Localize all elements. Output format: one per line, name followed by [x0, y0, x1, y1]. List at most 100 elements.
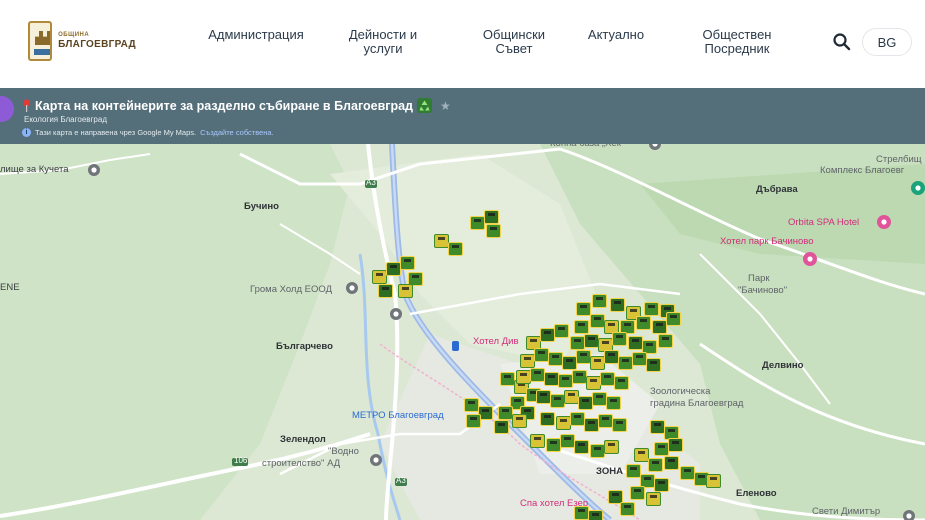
container-marker[interactable] [680, 466, 695, 480]
map-label-zoo-blagoevgrad[interactable]: градина Благоевград [650, 398, 743, 409]
container-marker[interactable] [654, 442, 669, 456]
container-marker[interactable] [658, 334, 673, 348]
container-marker[interactable] [598, 414, 613, 428]
container-marker[interactable] [590, 444, 605, 458]
container-marker[interactable] [554, 324, 569, 338]
map-label-shooting-range[interactable]: Стрелбищ [876, 154, 922, 165]
container-marker[interactable] [668, 438, 683, 452]
container-marker[interactable] [604, 350, 619, 364]
container-marker[interactable] [498, 406, 513, 420]
container-marker[interactable] [612, 418, 627, 432]
container-marker[interactable] [486, 224, 501, 238]
container-marker[interactable] [646, 358, 661, 372]
container-marker[interactable] [706, 474, 721, 488]
container-marker[interactable] [632, 352, 647, 366]
container-marker[interactable] [644, 302, 659, 316]
container-marker[interactable] [628, 336, 643, 350]
star-icon[interactable]: ★ [440, 99, 451, 113]
container-marker[interactable] [664, 456, 679, 470]
container-marker[interactable] [574, 320, 589, 334]
container-marker[interactable] [634, 448, 649, 462]
container-marker[interactable] [650, 420, 665, 434]
map-label-delvino[interactable]: Делвино [762, 360, 803, 371]
container-marker[interactable] [620, 502, 635, 516]
container-marker[interactable] [592, 294, 607, 308]
container-marker[interactable] [590, 314, 605, 328]
container-marker[interactable] [548, 352, 563, 366]
map-label-sveti-dimitar[interactable]: Свети Димитър [812, 506, 880, 517]
map-label-park[interactable]: Парк [748, 273, 770, 284]
container-marker[interactable] [386, 262, 401, 276]
map-label-groma-hold[interactable]: Грома Холд ЕООД [250, 284, 332, 295]
container-marker[interactable] [470, 216, 485, 230]
container-marker[interactable] [466, 414, 481, 428]
nav-item-municipal-council[interactable]: Общински Съвет [475, 28, 553, 56]
map-label-complex-blagoevgrad[interactable]: Комплекс Благоевг [820, 165, 904, 176]
container-marker[interactable] [536, 390, 551, 404]
container-marker[interactable] [612, 332, 627, 346]
map-label-orbita-spa[interactable]: Orbita SPA Hotel [788, 217, 859, 228]
map-label-zona[interactable]: ЗОНА [596, 466, 623, 477]
container-marker[interactable] [400, 256, 415, 270]
container-marker[interactable] [586, 376, 601, 390]
map-label-zelendol[interactable]: Зелендол [280, 434, 326, 445]
map-label-vodno[interactable]: "Водно [328, 446, 359, 457]
embedded-map[interactable]: Карта на контейнерите за разделно събира… [0, 88, 925, 520]
container-marker[interactable] [570, 412, 585, 426]
container-marker[interactable] [606, 396, 621, 410]
container-marker[interactable] [434, 234, 449, 248]
container-marker[interactable] [562, 356, 577, 370]
container-marker[interactable] [572, 370, 587, 384]
container-marker[interactable] [556, 416, 571, 430]
map-title[interactable]: Карта на контейнерите за разделно събира… [35, 99, 413, 113]
container-marker[interactable] [626, 464, 641, 478]
container-marker[interactable] [652, 320, 667, 334]
container-marker[interactable] [544, 372, 559, 386]
container-marker[interactable] [560, 434, 575, 448]
container-marker[interactable] [570, 336, 585, 350]
container-marker[interactable] [604, 440, 619, 454]
container-marker[interactable] [600, 372, 615, 386]
container-marker[interactable] [614, 376, 629, 390]
map-label-metro[interactable]: МЕТРО Благоевград [352, 410, 444, 421]
container-marker[interactable] [576, 350, 591, 364]
map-label-hotel-bachinovo[interactable]: Хотел парк Бачиново [720, 236, 814, 247]
container-marker[interactable] [448, 242, 463, 256]
search-icon[interactable] [832, 32, 852, 52]
container-marker[interactable] [564, 390, 579, 404]
map-label-balgarchevo[interactable]: Българчево [276, 341, 333, 352]
map-canvas[interactable]: Конна база „Хек“ лище за Кучета Стрелбищ… [0, 138, 925, 520]
map-label-dog-park[interactable]: лище за Кучета [0, 164, 69, 175]
container-marker[interactable] [540, 328, 555, 342]
container-marker[interactable] [546, 438, 561, 452]
container-marker[interactable] [540, 412, 555, 426]
nav-item-news[interactable]: Актуално [580, 28, 652, 42]
container-marker[interactable] [574, 440, 589, 454]
container-marker[interactable] [576, 302, 591, 316]
container-marker[interactable] [592, 392, 607, 406]
nav-item-ombudsman[interactable]: Обществен Посредник [688, 28, 786, 56]
container-marker[interactable] [372, 270, 387, 284]
container-marker[interactable] [584, 334, 599, 348]
container-marker[interactable] [590, 356, 605, 370]
container-marker[interactable] [610, 298, 625, 312]
container-marker[interactable] [558, 374, 573, 388]
map-label-hotel-div[interactable]: Хотел Див [473, 336, 519, 347]
container-marker[interactable] [654, 478, 669, 492]
map-author[interactable]: Екология Благоевград [24, 115, 107, 124]
map-label-dabrava[interactable]: Дъбрава [756, 184, 798, 195]
container-marker[interactable] [588, 510, 603, 520]
container-marker[interactable] [618, 356, 633, 370]
container-marker[interactable] [630, 486, 645, 500]
container-marker[interactable] [578, 396, 593, 410]
container-marker[interactable] [550, 394, 565, 408]
municipality-logo[interactable]: ОБЩИНА БЛАГОЕВГРАД [28, 20, 136, 62]
map-label-ene[interactable]: ENE [0, 282, 20, 293]
map-label-zoo[interactable]: Зоологическа [650, 386, 710, 397]
container-marker[interactable] [530, 368, 545, 382]
map-label-park-bachinovo[interactable]: "Бачиново" [738, 285, 787, 296]
container-marker[interactable] [534, 348, 549, 362]
map-label-elenovo[interactable]: Еленово [736, 488, 777, 499]
container-marker[interactable] [378, 284, 393, 298]
map-label-vodno-stroitelstvo[interactable]: строителство" АД [262, 458, 340, 469]
